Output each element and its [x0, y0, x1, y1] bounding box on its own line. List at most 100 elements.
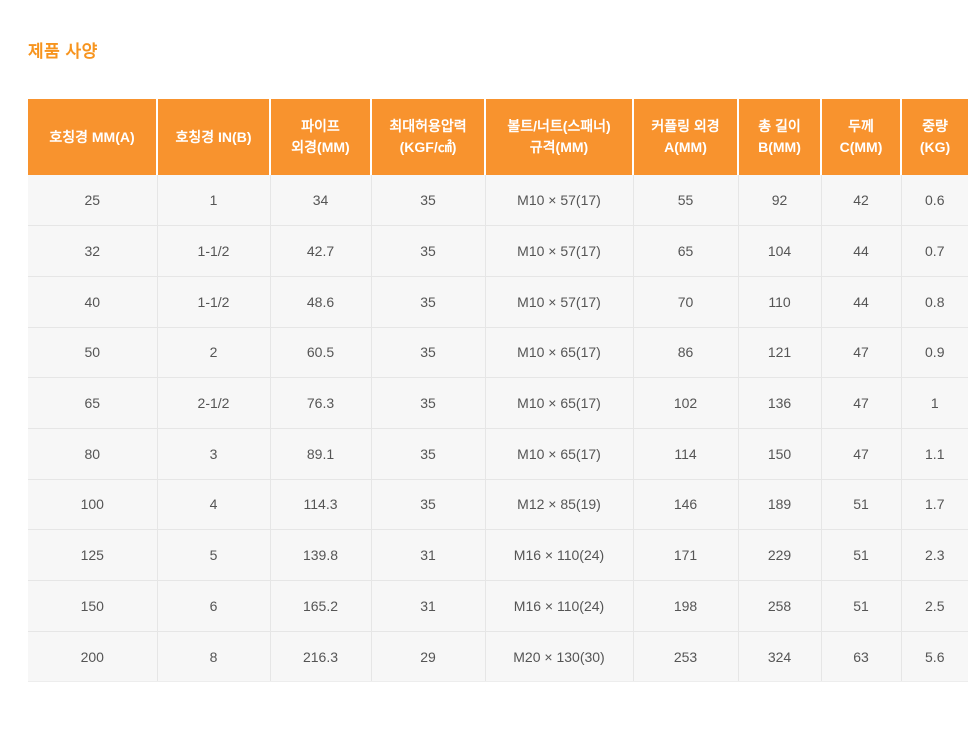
- table-cell: 200: [28, 631, 157, 682]
- table-cell: 229: [738, 530, 821, 581]
- table-header-cell: 커플링 외경A(MM): [633, 99, 738, 175]
- table-cell: 1-1/2: [157, 276, 270, 327]
- header-row: 호칭경 MM(A)호칭경 IN(B)파이프외경(MM)최대허용압력(KGF/㎠)…: [28, 99, 968, 175]
- table-cell: 1: [901, 378, 968, 429]
- table-cell: 35: [371, 479, 485, 530]
- table-cell: 5: [157, 530, 270, 581]
- table-header-cell: 중량(KG): [901, 99, 968, 175]
- table-cell: 51: [821, 530, 901, 581]
- table-cell: 139.8: [270, 530, 371, 581]
- table-row: 2008216.329M20 × 130(30)253324635.6: [28, 631, 968, 682]
- table-row: 80389.135M10 × 65(17)114150471.1: [28, 428, 968, 479]
- table-cell: 51: [821, 581, 901, 632]
- table-cell: 189: [738, 479, 821, 530]
- table-cell: M10 × 57(17): [485, 226, 633, 277]
- table-cell: 0.6: [901, 175, 968, 226]
- table-cell: 0.7: [901, 226, 968, 277]
- table-cell: 31: [371, 581, 485, 632]
- table-cell: 51: [821, 479, 901, 530]
- table-cell: 35: [371, 276, 485, 327]
- table-cell: 146: [633, 479, 738, 530]
- table-cell: 110: [738, 276, 821, 327]
- table-cell: M16 × 110(24): [485, 530, 633, 581]
- spec-table-head: 호칭경 MM(A)호칭경 IN(B)파이프외경(MM)최대허용압력(KGF/㎠)…: [28, 99, 968, 175]
- table-cell: M12 × 85(19): [485, 479, 633, 530]
- table-cell: 55: [633, 175, 738, 226]
- table-cell: 60.5: [270, 327, 371, 378]
- table-header-cell: 최대허용압력(KGF/㎠): [371, 99, 485, 175]
- table-cell: 35: [371, 428, 485, 479]
- table-cell: 32: [28, 226, 157, 277]
- table-cell: 65: [633, 226, 738, 277]
- table-cell: 136: [738, 378, 821, 429]
- table-header-cell: 호칭경 MM(A): [28, 99, 157, 175]
- table-cell: 104: [738, 226, 821, 277]
- table-cell: 114.3: [270, 479, 371, 530]
- table-cell: 1: [157, 175, 270, 226]
- table-cell: 165.2: [270, 581, 371, 632]
- table-cell: 150: [738, 428, 821, 479]
- table-cell: 5.6: [901, 631, 968, 682]
- table-cell: 2: [157, 327, 270, 378]
- table-cell: 171: [633, 530, 738, 581]
- table-header-cell: 호칭경 IN(B): [157, 99, 270, 175]
- table-cell: 31: [371, 530, 485, 581]
- table-cell: M16 × 110(24): [485, 581, 633, 632]
- table-cell: M10 × 57(17): [485, 175, 633, 226]
- table-cell: 48.6: [270, 276, 371, 327]
- table-cell: 44: [821, 226, 901, 277]
- table-cell: 47: [821, 327, 901, 378]
- table-row: 2513435M10 × 57(17)5592420.6: [28, 175, 968, 226]
- table-cell: 34: [270, 175, 371, 226]
- table-cell: 121: [738, 327, 821, 378]
- table-cell: 92: [738, 175, 821, 226]
- table-cell: 35: [371, 378, 485, 429]
- page: 제품 사양 호칭경 MM(A)호칭경 IN(B)파이프외경(MM)최대허용압력(…: [0, 0, 980, 738]
- table-cell: M20 × 130(30): [485, 631, 633, 682]
- table-cell: 29: [371, 631, 485, 682]
- table-cell: 1.7: [901, 479, 968, 530]
- table-cell: 63: [821, 631, 901, 682]
- page-title: 제품 사양: [28, 37, 952, 62]
- table-cell: 0.8: [901, 276, 968, 327]
- table-cell: 2.5: [901, 581, 968, 632]
- table-cell: 42.7: [270, 226, 371, 277]
- table-header-cell: 볼트/너트(스패너)규격(MM): [485, 99, 633, 175]
- table-cell: M10 × 65(17): [485, 327, 633, 378]
- table-cell: 1.1: [901, 428, 968, 479]
- table-row: 1506165.231M16 × 110(24)198258512.5: [28, 581, 968, 632]
- spec-table-body: 2513435M10 × 57(17)5592420.6321-1/242.73…: [28, 175, 968, 682]
- table-row: 50260.535M10 × 65(17)86121470.9: [28, 327, 968, 378]
- table-cell: 86: [633, 327, 738, 378]
- table-cell: 25: [28, 175, 157, 226]
- table-cell: M10 × 65(17): [485, 378, 633, 429]
- table-cell: 35: [371, 327, 485, 378]
- table-cell: 216.3: [270, 631, 371, 682]
- table-cell: 253: [633, 631, 738, 682]
- table-cell: 114: [633, 428, 738, 479]
- table-cell: 2.3: [901, 530, 968, 581]
- table-cell: 150: [28, 581, 157, 632]
- table-cell: 89.1: [270, 428, 371, 479]
- table-cell: 40: [28, 276, 157, 327]
- table-cell: M10 × 57(17): [485, 276, 633, 327]
- table-cell: 65: [28, 378, 157, 429]
- table-row: 652-1/276.335M10 × 65(17)102136471: [28, 378, 968, 429]
- table-cell: 70: [633, 276, 738, 327]
- table-cell: 125: [28, 530, 157, 581]
- table-cell: 102: [633, 378, 738, 429]
- table-cell: 198: [633, 581, 738, 632]
- table-cell: 47: [821, 378, 901, 429]
- table-cell: 2-1/2: [157, 378, 270, 429]
- table-cell: 35: [371, 226, 485, 277]
- table-cell: M10 × 65(17): [485, 428, 633, 479]
- table-header-cell: 두께C(MM): [821, 99, 901, 175]
- table-row: 1255139.831M16 × 110(24)171229512.3: [28, 530, 968, 581]
- table-cell: 258: [738, 581, 821, 632]
- table-cell: 324: [738, 631, 821, 682]
- table-header-cell: 총 길이B(MM): [738, 99, 821, 175]
- table-cell: 47: [821, 428, 901, 479]
- table-cell: 44: [821, 276, 901, 327]
- table-cell: 100: [28, 479, 157, 530]
- table-cell: 0.9: [901, 327, 968, 378]
